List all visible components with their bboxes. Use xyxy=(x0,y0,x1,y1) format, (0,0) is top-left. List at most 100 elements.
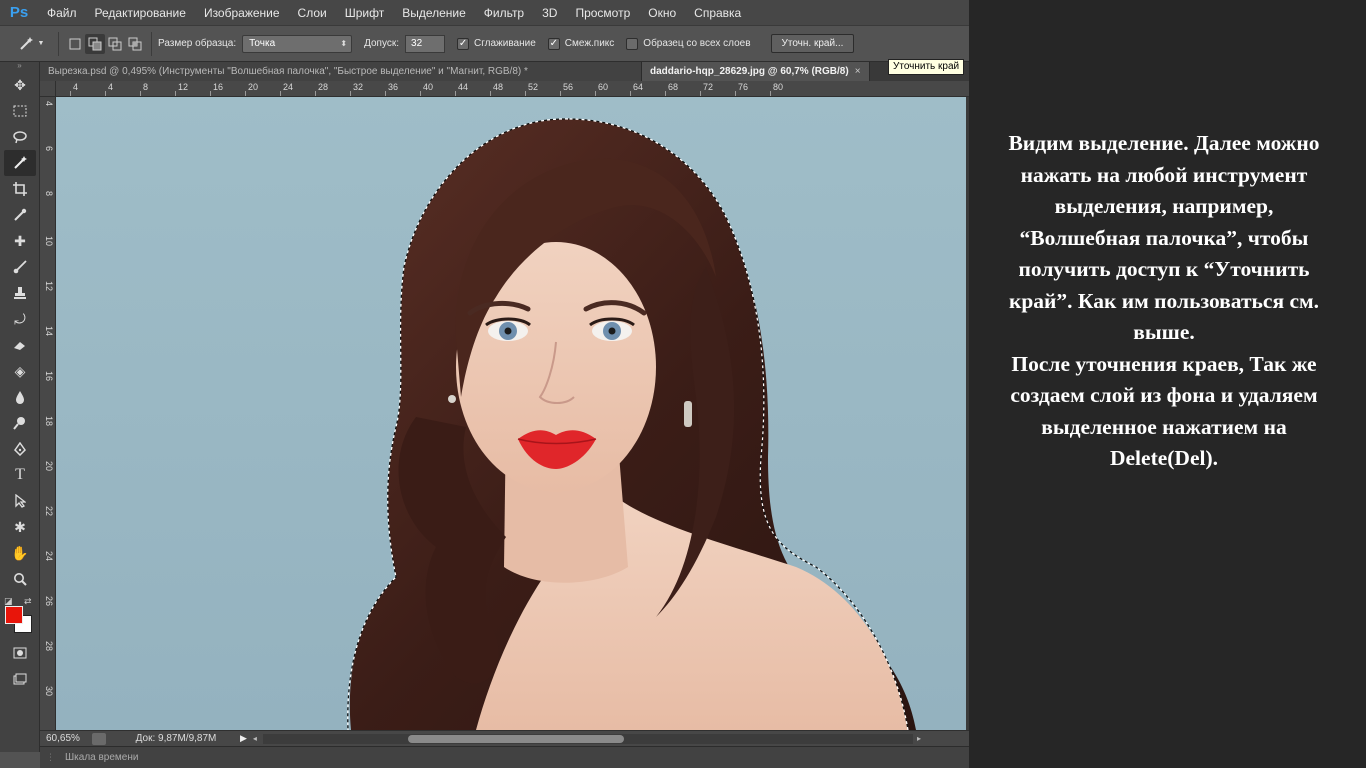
toolbox-collapse-icon[interactable]: » xyxy=(0,62,39,72)
tab-document-daddario[interactable]: daddario-hqp_28629.jpg @ 60,7% (RGB/8) × xyxy=(642,62,870,81)
refine-edge-button[interactable]: Уточн. край... xyxy=(770,34,855,53)
menu-3d[interactable]: 3D xyxy=(533,0,566,26)
sample-all-layers-option[interactable]: Образец со всех слоев xyxy=(626,37,751,50)
close-icon[interactable]: × xyxy=(855,66,861,77)
rect-marquee-icon xyxy=(13,105,27,117)
dodge-tool[interactable] xyxy=(4,410,36,436)
ruler-label: 4 xyxy=(44,101,54,107)
horizontal-scrollbar[interactable] xyxy=(262,733,913,744)
menu-file[interactable]: Файл xyxy=(38,0,86,26)
ruler-tick xyxy=(525,91,526,96)
menu-select[interactable]: Выделение xyxy=(393,0,475,26)
screen-mode-button[interactable] xyxy=(4,666,36,692)
photoshop-window: Ps Файл Редактирование Изображение Слои … xyxy=(0,0,969,768)
ruler-label: 4 xyxy=(73,82,79,92)
screen: Ps Файл Редактирование Изображение Слои … xyxy=(0,0,1366,768)
menu-window[interactable]: Окно xyxy=(639,0,685,26)
contiguous-option[interactable]: ✓ Смеж.пикс xyxy=(547,37,614,50)
quick-mask-button[interactable] xyxy=(4,640,36,666)
menu-image[interactable]: Изображение xyxy=(195,0,289,26)
intersect-selection-icon[interactable] xyxy=(125,34,145,54)
status-menu-icon[interactable] xyxy=(92,732,106,745)
custom-shape-tool[interactable]: ✱ xyxy=(4,514,36,540)
sample-all-layers-checkbox[interactable] xyxy=(626,37,639,50)
quick-mask-icon xyxy=(13,647,27,659)
swap-colors-icon[interactable]: ⇄ xyxy=(24,596,32,607)
timeline-grip-icon: ⋮ xyxy=(46,752,55,762)
ruler-tick xyxy=(665,91,666,96)
zoom-level[interactable]: 60,65% xyxy=(40,733,86,744)
ruler-tick xyxy=(140,91,141,96)
marquee-tool[interactable] xyxy=(4,98,36,124)
ruler-tick xyxy=(175,91,176,96)
ruler-label: 60 xyxy=(598,82,609,92)
menu-help[interactable]: Справка xyxy=(685,0,750,26)
add-to-selection-icon[interactable] xyxy=(85,33,105,54)
magic-wand-tool[interactable] xyxy=(4,150,36,176)
subtract-from-selection-icon[interactable] xyxy=(105,34,125,54)
scroll-left-icon[interactable]: ◂ xyxy=(253,734,257,743)
status-arrow-icon[interactable]: ▶ xyxy=(240,733,247,744)
clone-stamp-tool[interactable] xyxy=(4,280,36,306)
ruler-horizontal[interactable]: 4 4 8 12 16 20 24 28 32 36 40 44 48 52 56 60 64 68 72 76 80 xyxy=(56,81,969,97)
timeline-tab[interactable]: Шкала времени xyxy=(65,752,138,763)
tab-document-cutout[interactable]: Вырезка.psd @ 0,495% (Инструменты "Волше… xyxy=(40,62,642,81)
new-selection-icon[interactable] xyxy=(65,34,85,54)
brush-tool[interactable] xyxy=(4,254,36,280)
ruler-label: 18 xyxy=(44,416,54,427)
divider xyxy=(58,31,59,56)
paint-bucket-tool[interactable]: ◈ xyxy=(4,358,36,384)
contiguous-checkbox[interactable]: ✓ xyxy=(547,37,560,50)
photo-portrait xyxy=(347,118,916,730)
move-tool[interactable]: ✥ xyxy=(4,72,36,98)
instruction-paragraph-1: Видим выделение. Далее можно нажать на л… xyxy=(1008,131,1320,344)
ruler-label: 56 xyxy=(563,82,574,92)
crop-icon xyxy=(13,182,27,196)
horizontal-scroll-thumb[interactable] xyxy=(407,734,624,743)
earring-right xyxy=(684,401,692,427)
status-bar: 60,65% Док: 9,87M/9,87M ▶ ◂ ▸ xyxy=(40,730,969,746)
ruler-label: 16 xyxy=(44,371,54,382)
crop-tool[interactable] xyxy=(4,176,36,202)
menu-view[interactable]: Просмотр xyxy=(566,0,639,26)
ruler-label: 12 xyxy=(44,281,54,292)
eraser-tool[interactable] xyxy=(4,332,36,358)
ruler-label: 72 xyxy=(703,82,714,92)
pen-tool[interactable] xyxy=(4,436,36,462)
blur-tool[interactable] xyxy=(4,384,36,410)
path-selection-tool[interactable] xyxy=(4,488,36,514)
ruler-tick xyxy=(560,91,561,96)
hand-tool[interactable]: ✋ xyxy=(4,540,36,566)
ruler-origin[interactable] xyxy=(40,81,56,97)
drop-icon xyxy=(16,391,24,404)
eraser-icon xyxy=(14,342,25,350)
scroll-right-icon[interactable]: ▸ xyxy=(917,734,921,743)
ruler-tick xyxy=(70,91,71,96)
antialias-checkbox[interactable]: ✓ xyxy=(457,37,470,50)
history-brush-tool[interactable]: ⤾ xyxy=(4,306,36,332)
ruler-label: 76 xyxy=(738,82,749,92)
sample-all-layers-label: Образец со всех слоев xyxy=(643,38,751,49)
healing-brush-tool[interactable]: ✚ xyxy=(4,228,36,254)
menu-type[interactable]: Шрифт xyxy=(336,0,393,26)
ruler-vertical[interactable]: 4 6 8 10 12 14 16 18 20 22 24 26 28 30 xyxy=(40,97,56,730)
document-canvas[interactable] xyxy=(56,97,966,730)
color-swatches: ◪ ⇄ xyxy=(0,596,40,640)
menu-bar: Ps Файл Редактирование Изображение Слои … xyxy=(0,0,969,26)
foreground-color-swatch[interactable] xyxy=(5,606,23,624)
tolerance-input[interactable]: 32 xyxy=(405,34,446,53)
tool-preset-picker[interactable]: ▼ xyxy=(10,34,52,54)
menu-edit[interactable]: Редактирование xyxy=(86,0,195,26)
zoom-tool[interactable] xyxy=(4,566,36,592)
ruler-label: 30 xyxy=(44,686,54,697)
lasso-tool[interactable] xyxy=(4,124,36,150)
eyedropper-tool[interactable] xyxy=(4,202,36,228)
refine-edge-tooltip: Уточнить край xyxy=(888,59,965,75)
sample-size-select[interactable]: Точка ⬍ xyxy=(242,34,353,53)
menu-layers[interactable]: Слои xyxy=(289,0,336,26)
menu-filter[interactable]: Фильтр xyxy=(475,0,533,26)
type-tool[interactable]: T xyxy=(4,462,36,488)
timeline-panel: ⋮ Шкала времени xyxy=(40,746,969,768)
move-icon: ✥ xyxy=(14,76,26,93)
antialias-option[interactable]: ✓ Сглаживание xyxy=(457,37,536,50)
